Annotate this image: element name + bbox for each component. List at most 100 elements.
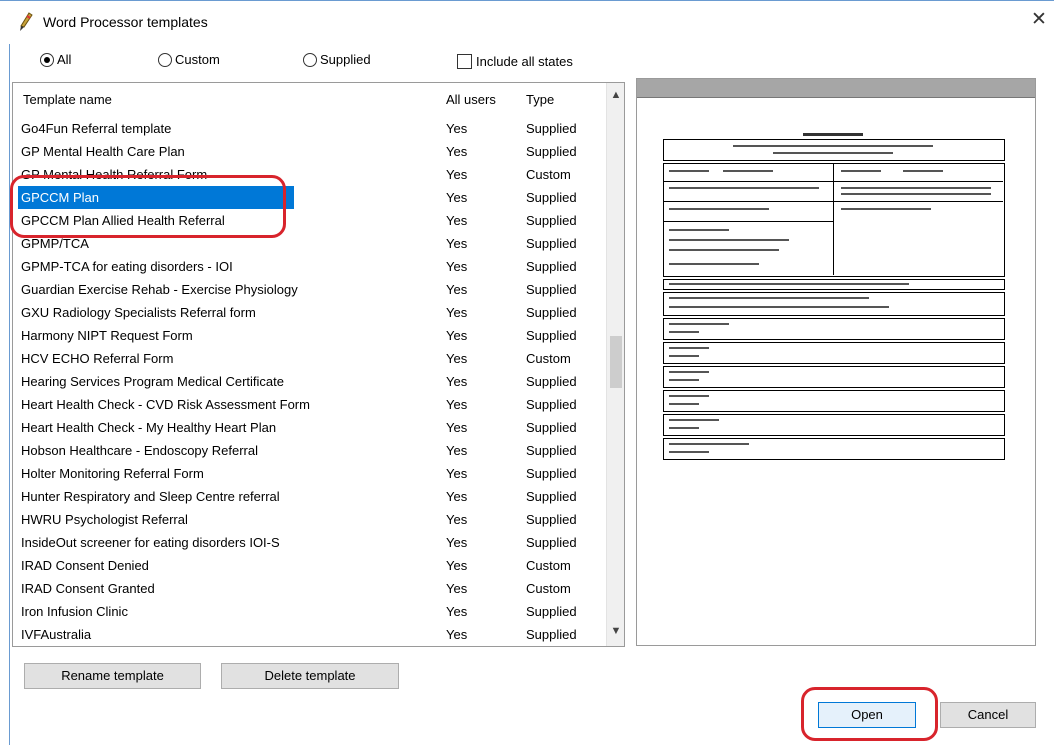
close-icon[interactable]: ✕ — [1031, 10, 1047, 30]
all-users-cell: Yes — [446, 397, 468, 412]
template-name-cell: IVFAustralia — [21, 627, 92, 642]
all-users-cell: Yes — [446, 121, 468, 136]
table-row[interactable]: HCV ECHO Referral Form Yes Custom — [13, 347, 606, 370]
rename-template-button[interactable]: Rename template — [24, 663, 201, 689]
all-users-cell: Yes — [446, 604, 468, 619]
template-name-cell: HCV ECHO Referral Form — [21, 351, 174, 366]
filter-supplied-label: Supplied — [320, 52, 371, 67]
template-name-cell: Holter Monitoring Referral Form — [21, 466, 204, 481]
type-cell: Custom — [526, 581, 571, 596]
all-users-cell: Yes — [446, 627, 468, 642]
type-cell: Supplied — [526, 190, 577, 205]
all-users-cell: Yes — [446, 443, 468, 458]
all-users-cell: Yes — [446, 236, 468, 251]
radio-unchecked-icon — [303, 52, 317, 67]
table-row[interactable]: IRAD Consent Granted Yes Custom — [13, 577, 606, 600]
all-users-cell: Yes — [446, 351, 468, 366]
type-cell: Supplied — [526, 397, 577, 412]
scroll-down-arrow-icon[interactable]: ▼ — [607, 625, 624, 637]
filter-supplied-radio[interactable]: Supplied — [303, 52, 371, 67]
all-users-cell: Yes — [446, 190, 468, 205]
scroll-thumb[interactable] — [610, 336, 622, 388]
type-cell: Supplied — [526, 121, 577, 136]
all-users-cell: Yes — [446, 466, 468, 481]
table-row[interactable]: Hobson Healthcare - Endoscopy Referral Ye… — [13, 439, 606, 462]
preview-toolbar — [637, 79, 1035, 98]
column-header-template-name[interactable]: Template name — [23, 92, 112, 107]
include-all-states-label: Include all states — [476, 54, 573, 69]
filter-custom-radio[interactable]: Custom — [158, 52, 220, 67]
template-list[interactable]: Template name All users Type Go4Fun Refe… — [12, 82, 625, 647]
table-row[interactable]: Iron Infusion Clinic Yes Supplied — [13, 600, 606, 623]
title-bar: Word Processor templates ✕ — [0, 0, 1054, 44]
table-row[interactable]: Guardian Exercise Rehab - Exercise Physi… — [13, 278, 606, 301]
radio-checked-icon — [40, 52, 54, 67]
all-users-cell: Yes — [446, 558, 468, 573]
template-name-cell: Hearing Services Program Medical Certifi… — [21, 374, 284, 389]
all-users-cell: Yes — [446, 259, 468, 274]
type-cell: Supplied — [526, 236, 577, 251]
table-row[interactable]: IRAD Consent Denied Yes Custom — [13, 554, 606, 577]
column-header-all-users[interactable]: All users — [446, 92, 496, 107]
table-row[interactable]: GP Mental Health Care Plan Yes Supplied — [13, 140, 606, 163]
type-cell: Custom — [526, 351, 571, 366]
all-users-cell: Yes — [446, 213, 468, 228]
cancel-button[interactable]: Cancel — [940, 702, 1036, 728]
all-users-cell: Yes — [446, 305, 468, 320]
filter-all-radio[interactable]: All — [40, 52, 71, 67]
template-name-cell: HWRU Psychologist Referral — [21, 512, 188, 527]
radio-unchecked-icon — [158, 52, 172, 67]
type-cell: Custom — [526, 167, 571, 182]
type-cell: Supplied — [526, 213, 577, 228]
pen-nib-icon — [20, 12, 33, 31]
type-cell: Supplied — [526, 627, 577, 642]
type-cell: Supplied — [526, 466, 577, 481]
template-name-cell: GP Mental Health Care Plan — [21, 144, 185, 159]
type-cell: Supplied — [526, 512, 577, 527]
template-name-cell: Heart Health Check - CVD Risk Assessment… — [21, 397, 310, 412]
annotation-highlight-templates — [10, 175, 286, 238]
vertical-scrollbar[interactable]: ▲ ▼ — [606, 83, 624, 646]
table-row[interactable]: GXU Radiology Specialists Referral form Y… — [13, 301, 606, 324]
table-row[interactable]: Harmony NIPT Request Form Yes Supplied — [13, 324, 606, 347]
type-cell: Supplied — [526, 328, 577, 343]
all-users-cell: Yes — [446, 420, 468, 435]
filter-custom-label: Custom — [175, 52, 220, 67]
template-name-cell: Go4Fun Referral template — [21, 121, 172, 136]
table-row[interactable]: GPMP-TCA for eating disorders - IOI Yes Su… — [13, 255, 606, 278]
type-cell: Supplied — [526, 420, 577, 435]
window-title: Word Processor templates — [43, 14, 208, 30]
table-row[interactable]: Heart Health Check - My Healthy Heart Pl… — [13, 416, 606, 439]
annotation-highlight-open — [801, 687, 938, 741]
type-cell: Supplied — [526, 443, 577, 458]
template-name-cell: GPMP-TCA for eating disorders - IOI — [21, 259, 233, 274]
template-name-cell: Heart Health Check - My Healthy Heart Pl… — [21, 420, 277, 435]
table-row[interactable]: Go4Fun Referral template Yes Supplied — [13, 117, 606, 140]
template-name-cell: Hunter Respiratory and Sleep Centre refe… — [21, 489, 280, 504]
column-header-type[interactable]: Type — [526, 92, 554, 107]
type-cell: Supplied — [526, 282, 577, 297]
type-cell: Supplied — [526, 259, 577, 274]
type-cell: Supplied — [526, 489, 577, 504]
table-row[interactable]: Hearing Services Program Medical Certifi… — [13, 370, 606, 393]
scroll-up-arrow-icon[interactable]: ▲ — [607, 89, 624, 101]
template-name-cell: Guardian Exercise Rehab - Exercise Physi… — [21, 282, 298, 297]
template-name-cell: Harmony NIPT Request Form — [21, 328, 193, 343]
all-users-cell: Yes — [446, 144, 468, 159]
all-users-cell: Yes — [446, 512, 468, 527]
filter-all-label: All — [57, 52, 72, 67]
all-users-cell: Yes — [446, 167, 468, 182]
table-row[interactable]: Hunter Respiratory and Sleep Centre refe… — [13, 485, 606, 508]
all-users-cell: Yes — [446, 581, 468, 596]
table-row[interactable]: IVFAustralia Yes Supplied — [13, 623, 606, 646]
type-cell: Custom — [526, 558, 571, 573]
type-cell: Supplied — [526, 144, 577, 159]
include-all-states-checkbox[interactable]: Include all states — [457, 54, 573, 69]
delete-template-button[interactable]: Delete template — [221, 663, 399, 689]
all-users-cell: Yes — [446, 535, 468, 550]
table-row[interactable]: InsideOut screener for eating disorders … — [13, 531, 606, 554]
table-row[interactable]: Heart Health Check - CVD Risk Assessment… — [13, 393, 606, 416]
table-row[interactable]: Holter Monitoring Referral Form Yes Suppli… — [13, 462, 606, 485]
table-row[interactable]: HWRU Psychologist Referral Yes Supplied — [13, 508, 606, 531]
all-users-cell: Yes — [446, 374, 468, 389]
